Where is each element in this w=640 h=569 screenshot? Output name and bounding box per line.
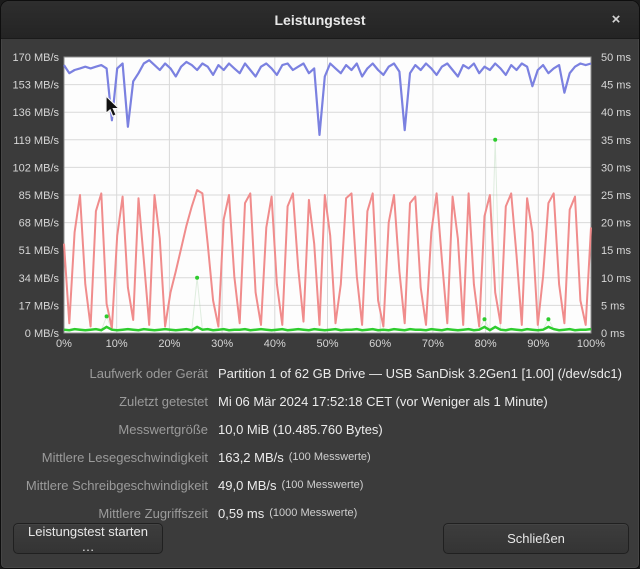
- right-axis-tick: 35 ms: [601, 135, 631, 147]
- x-axis-tick: 70%: [422, 338, 444, 350]
- x-axis-tick: 20%: [158, 338, 180, 350]
- x-axis-tick: 100%: [577, 338, 605, 350]
- right-axis-tick: 20 ms: [601, 218, 631, 230]
- x-axis-tick: 30%: [211, 338, 233, 350]
- access-time-outlier-dot: [493, 137, 498, 142]
- right-axis-tick: 25 ms: [601, 190, 631, 202]
- detail-label-sample-size: Messwertgröße: [118, 421, 208, 437]
- x-axis-tick: 10%: [106, 338, 128, 350]
- detail-value-avg-read: 163,2 MB/s (100 Messwerte): [218, 449, 371, 465]
- access-time-outlier-dot: [546, 317, 551, 322]
- x-axis-tick: 40%: [264, 338, 286, 350]
- detail-label-avg-read: Mittlere Lesegeschwindigkeit: [41, 449, 208, 465]
- detail-value-avg-write: 49,0 MB/s (100 Messwerte): [218, 477, 364, 493]
- x-axis-tick: 50%: [316, 338, 338, 350]
- left-axis-tick: 34 MB/s: [19, 273, 60, 285]
- detail-label-avg-write: Mittlere Schreibgeschwindigkeit: [25, 477, 208, 493]
- left-axis-tick: 85 MB/s: [19, 190, 60, 202]
- left-axis-tick: 0 MB/s: [25, 328, 60, 340]
- access-time-outlier-dot: [482, 317, 487, 322]
- left-axis-tick: 136 MB/s: [13, 107, 60, 119]
- left-axis-tick: 153 MB/s: [13, 80, 60, 92]
- right-axis-tick: 30 ms: [601, 162, 631, 174]
- access-time-outlier-dot: [104, 314, 109, 319]
- right-axis-tick: 10 ms: [601, 273, 631, 285]
- left-axis-tick: 119 MB/s: [13, 135, 59, 147]
- left-axis-tick: 102 MB/s: [13, 162, 60, 174]
- right-axis-tick: 50 ms: [601, 52, 631, 64]
- access-time-outlier-dot: [195, 275, 200, 280]
- detail-label-drive: Laufwerk oder Gerät: [89, 365, 208, 381]
- x-axis-tick: 60%: [369, 338, 391, 350]
- close-button[interactable]: Schließen: [443, 523, 629, 554]
- benchmark-details: Laufwerk oder Gerät Partition 1 of 62 GB…: [1, 359, 639, 527]
- x-axis-tick: 80%: [475, 338, 497, 350]
- benchmark-chart: 170 MB/s 50 ms0%153 MB/s 45 ms10%136 MB/s 4…: [13, 52, 632, 350]
- benchmark-dialog: Leistungstest × 170 MB/s 50 ms 0% 153 MB/s 4…: [0, 0, 640, 569]
- start-benchmark-button[interactable]: Leistungstest starten …: [13, 523, 163, 554]
- detail-value-drive: Partition 1 of 62 GB Drive — USB SanDisk…: [218, 365, 622, 381]
- left-axis-tick: 51 MB/s: [19, 245, 60, 257]
- detail-value-last-benchmarked: Mi 06 Mär 2024 17:52:18 CET (vor Weniger…: [218, 393, 548, 409]
- left-axis-tick: 170 MB/s: [13, 52, 60, 64]
- left-axis-tick: 68 MB/s: [19, 218, 60, 230]
- detail-label-last-benchmarked: Zuletzt getestet: [119, 393, 208, 409]
- right-axis-tick: 40 ms: [601, 107, 631, 119]
- left-axis-tick: 17 MB/s: [19, 300, 60, 312]
- right-axis-tick: 5 ms: [601, 300, 625, 312]
- detail-value-sample-size: 10,0 MiB (10.485.760 Bytes): [218, 421, 383, 437]
- x-axis-tick: 90%: [527, 338, 549, 350]
- right-axis-tick: 15 ms: [601, 245, 631, 257]
- right-axis-tick: 45 ms: [601, 80, 631, 92]
